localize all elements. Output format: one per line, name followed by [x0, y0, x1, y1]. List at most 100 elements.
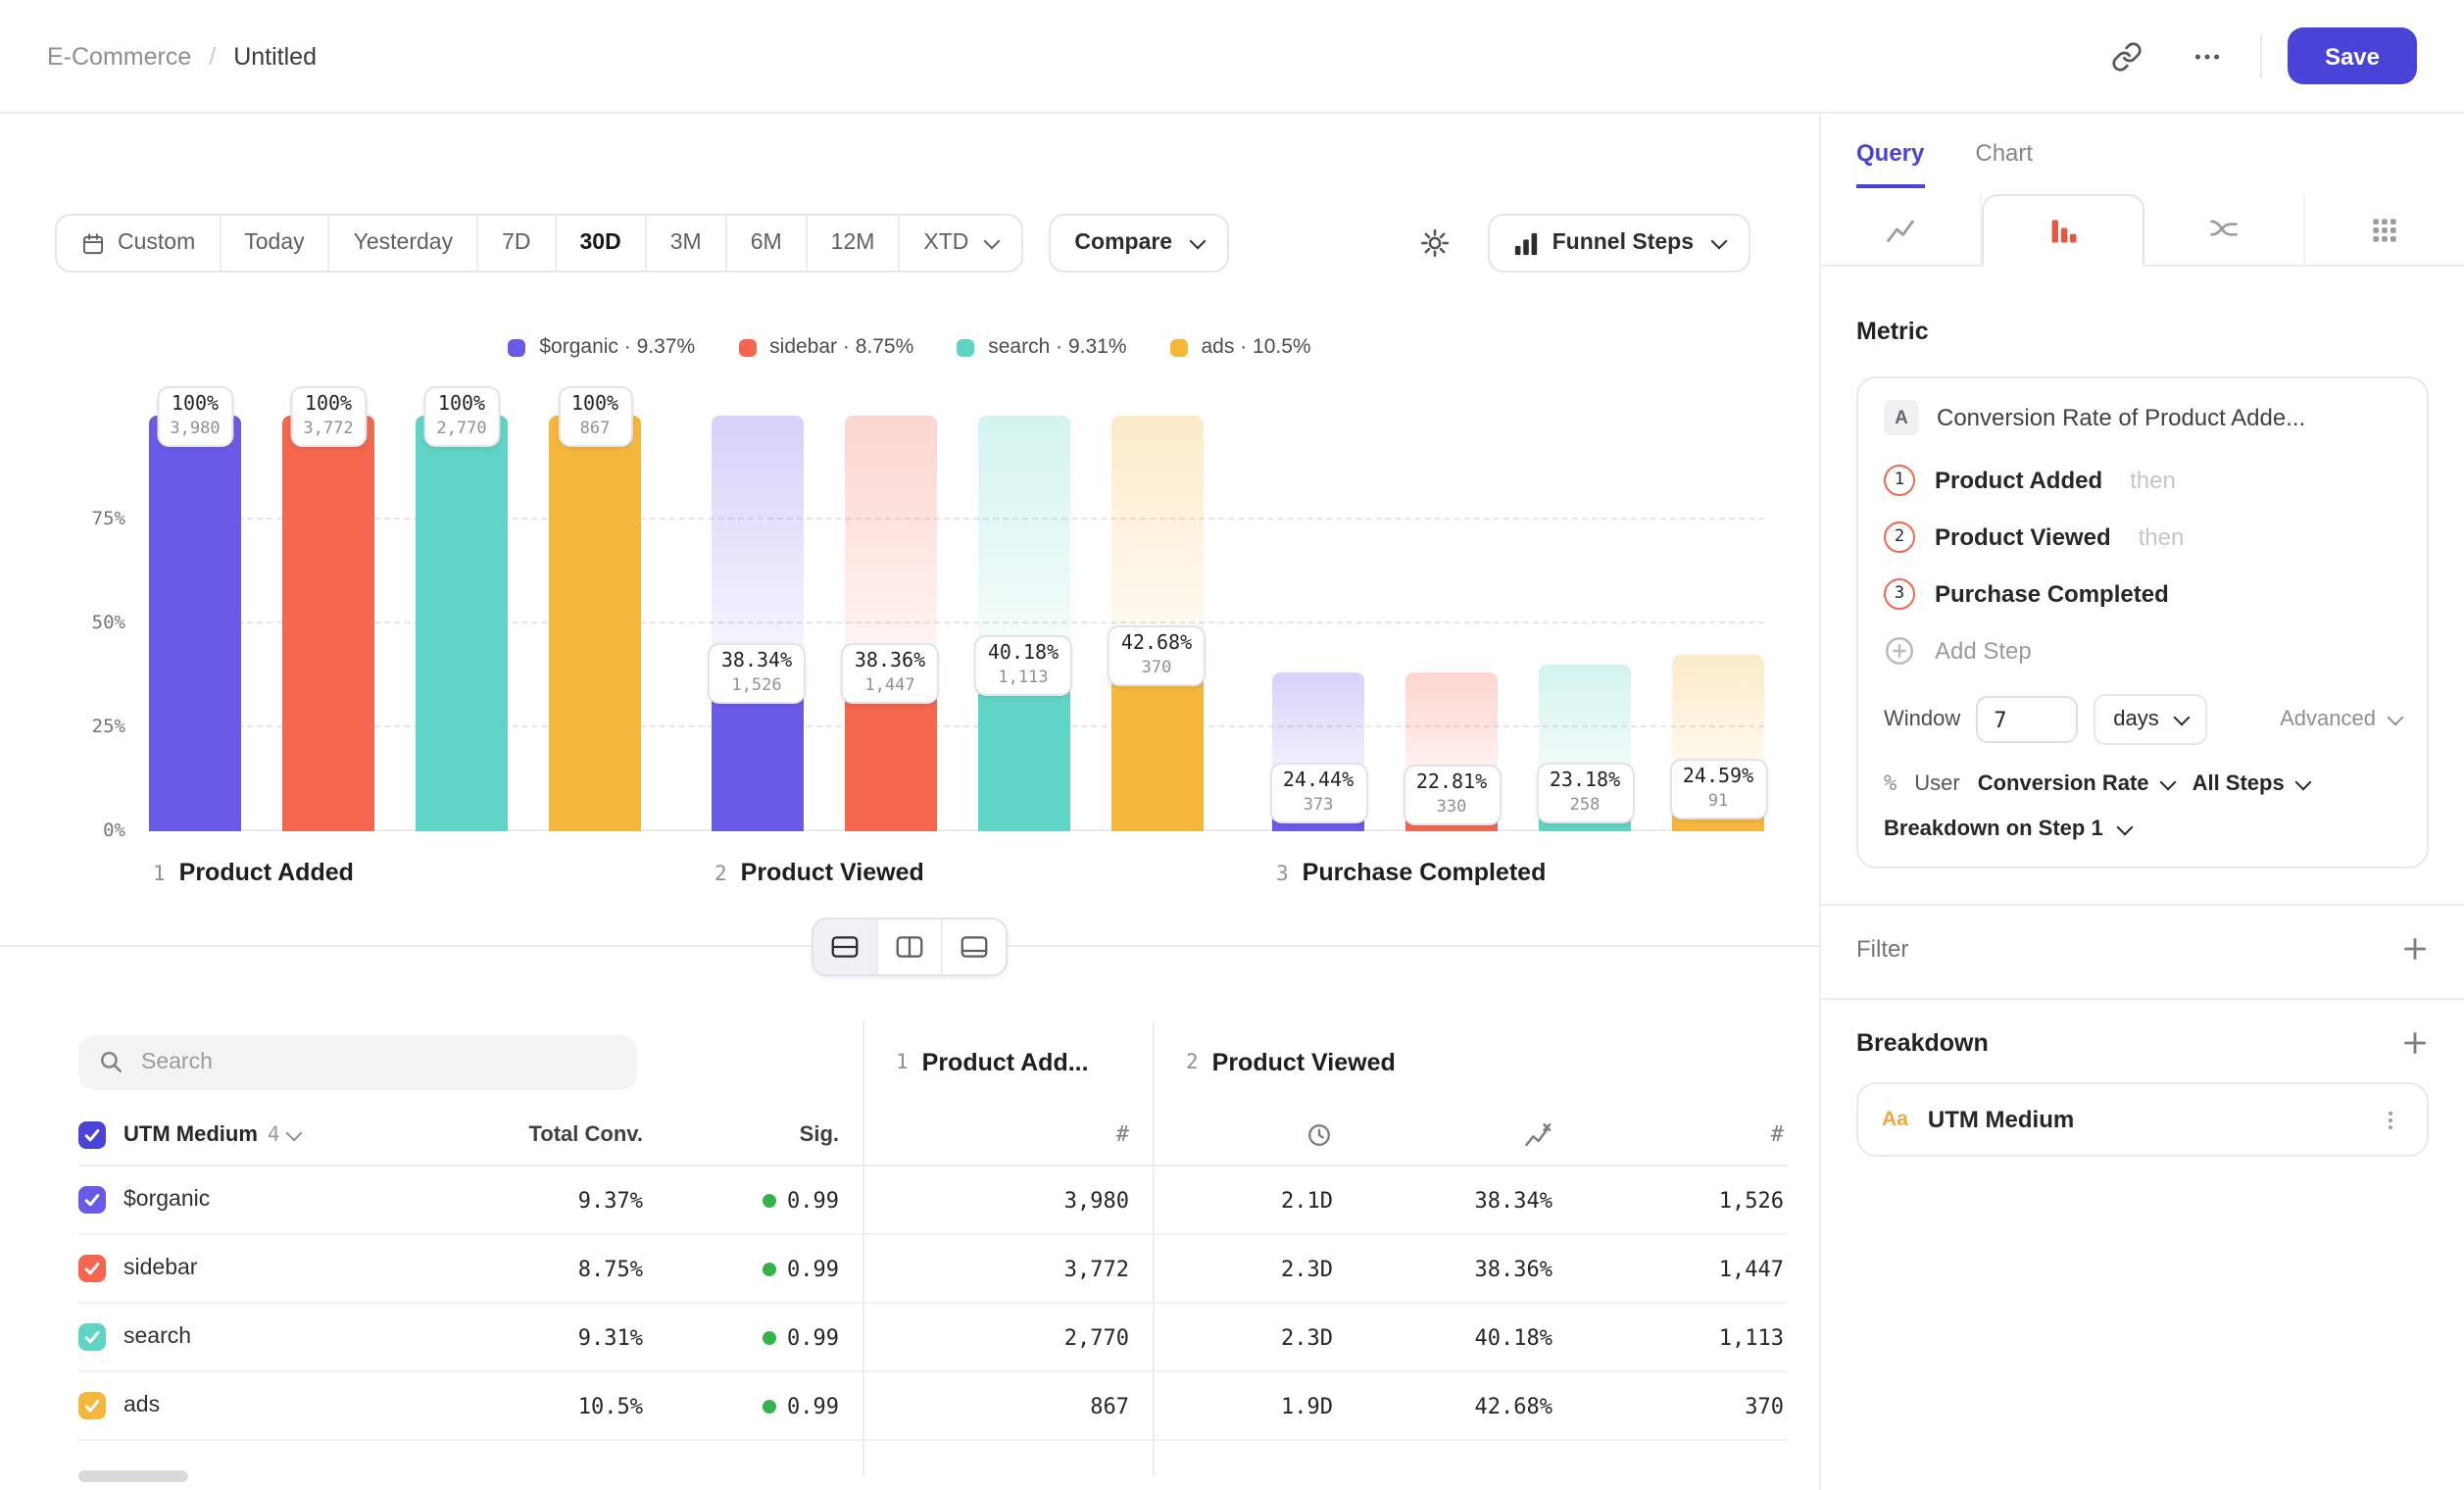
step-name: Product Viewed	[741, 859, 924, 886]
window-value-input[interactable]	[1976, 696, 2078, 743]
layout-bottom-panel-icon[interactable]	[943, 919, 1006, 974]
metric-step-2[interactable]: 2Product Viewedthen	[1884, 508, 2401, 565]
add-breakdown-icon[interactable]	[2401, 1029, 2429, 1057]
date-range-today[interactable]: Today	[221, 216, 329, 271]
metric-step-label: Product Added	[1935, 466, 2102, 493]
row-checkbox[interactable]	[78, 1323, 106, 1351]
legend-item[interactable]: $organic · 9.37%	[508, 335, 695, 359]
bar-value-label: 100%3,980	[156, 386, 233, 447]
funnel-bar-ads[interactable]: 100%867	[549, 416, 641, 831]
date-range-3m[interactable]: 3M	[647, 216, 727, 271]
compare-button[interactable]: Compare	[1049, 214, 1229, 273]
funnel-bar-sidebar[interactable]: 22.81%330	[1405, 416, 1498, 831]
group-header-product-viewed: 2 Product Viewed	[1153, 1021, 1788, 1104]
legend-item[interactable]: ads · 10.5%	[1170, 335, 1311, 359]
funnel-bar-search[interactable]: 100%2,770	[416, 416, 508, 831]
row-checkbox[interactable]	[78, 1392, 106, 1419]
funnel-bar-sidebar[interactable]: 100%3,772	[282, 416, 374, 831]
legend-item[interactable]: search · 9.31%	[957, 335, 1126, 359]
measure-metric-select[interactable]: Conversion Rate	[1978, 771, 2175, 795]
save-button[interactable]: Save	[2288, 27, 2417, 84]
funnel-bar-ads[interactable]: 24.59%91	[1672, 416, 1764, 831]
horizontal-scrollbar-thumb[interactable]	[78, 1470, 188, 1482]
row-name-cell[interactable]: search	[78, 1304, 470, 1372]
gear-icon[interactable]	[1407, 216, 1462, 271]
date-range-custom[interactable]: Custom	[57, 216, 221, 271]
metric-step-1[interactable]: 1Product Addedthen	[1884, 451, 2401, 508]
sig-value: 0.99	[787, 1324, 839, 1350]
share-link-icon[interactable]	[2099, 28, 2154, 83]
group-name: Product Add...	[922, 1049, 1089, 1076]
date-range-12m[interactable]: 12M	[808, 216, 901, 271]
y-axis-tick: 75%	[92, 509, 125, 530]
row-checkbox[interactable]	[78, 1186, 106, 1214]
bar-unconverted-area	[977, 416, 1069, 665]
layout-split-horizontal-icon[interactable]	[813, 919, 878, 974]
measure-scope-select[interactable]: All Steps	[2193, 771, 2310, 795]
group-name: Product Viewed	[1212, 1049, 1396, 1076]
layout-split-vertical-icon[interactable]	[878, 919, 943, 974]
funnel-bar-sidebar[interactable]: 38.36%1,447	[844, 416, 936, 831]
funnel-bar-search[interactable]: 23.18%258	[1539, 416, 1631, 831]
tab-chart[interactable]: Chart	[1975, 139, 2033, 188]
breakdown-section: Breakdown	[1856, 1029, 2429, 1057]
more-options-icon[interactable]	[2180, 28, 2235, 83]
date-range-7d[interactable]: 7D	[478, 216, 556, 271]
breadcrumb-parent[interactable]: E-Commerce	[47, 42, 191, 70]
row-checkbox[interactable]	[78, 1255, 106, 1282]
window-unit-select[interactable]: days	[2094, 694, 2208, 745]
line-chart-icon[interactable]	[1821, 194, 1982, 265]
add-filter-icon[interactable]	[2401, 935, 2429, 963]
filter-section: Filter	[1856, 935, 2429, 963]
date-range-label: 30D	[580, 231, 621, 255]
row-name-cell[interactable]: $organic	[78, 1167, 470, 1235]
row-total-conv: 9.37%	[470, 1167, 666, 1235]
selector-label[interactable]: UTM Medium	[123, 1122, 258, 1146]
step-axis-label: 3Purchase Completed	[1272, 859, 1764, 886]
flow-chart-icon[interactable]	[2144, 194, 2305, 265]
funnel-bar-organic[interactable]: 38.34%1,526	[711, 416, 803, 831]
advanced-toggle[interactable]: Advanced	[2280, 708, 2401, 731]
property-type-badge: Aa	[1882, 1108, 1908, 1131]
group-header-product-added: 1 Product Add...	[862, 1021, 1153, 1104]
funnel-bar-organic[interactable]: 24.44%373	[1272, 416, 1364, 831]
table-filler-cell	[862, 1441, 1153, 1476]
view-type-button[interactable]: Funnel Steps	[1488, 214, 1750, 273]
add-step-label: Add Step	[1935, 636, 2032, 664]
breadcrumb-current[interactable]: Untitled	[233, 42, 317, 70]
sig-value: 0.99	[787, 1393, 839, 1418]
row-pv-time: 2.3D	[1153, 1235, 1356, 1304]
column-header-selector: UTM Medium 4	[78, 1104, 470, 1167]
tab-query[interactable]: Query	[1856, 139, 1924, 188]
funnel-bar-organic[interactable]: 100%3,980	[149, 416, 241, 831]
bar-value-label: 24.59%91	[1669, 759, 1767, 820]
date-range-30d[interactable]: 30D	[557, 216, 647, 271]
breakdown-on-select[interactable]: Breakdown on Step 1	[1884, 818, 2401, 841]
row-name-cell[interactable]: sidebar	[78, 1235, 470, 1304]
row-total-conv: 8.75%	[470, 1235, 666, 1304]
bar-pct: 42.68%	[1121, 632, 1192, 654]
search-input[interactable]	[78, 1035, 637, 1090]
grid-chart-icon[interactable]	[2305, 194, 2464, 265]
date-range-xtd[interactable]: XTD	[900, 216, 1021, 271]
metric-title[interactable]: Conversion Rate of Product Adde...	[1937, 404, 2305, 431]
bar-count: 258	[1550, 797, 1620, 817]
bar-converted-area	[149, 416, 241, 831]
bar-value-label: 42.68%370	[1108, 624, 1206, 685]
breakdown-item[interactable]: Aa UTM Medium	[1856, 1082, 2429, 1157]
select-all-checkbox[interactable]	[78, 1120, 106, 1148]
row-name: search	[123, 1325, 191, 1349]
date-range-yesterday[interactable]: Yesterday	[330, 216, 478, 271]
legend-item[interactable]: sidebar · 8.75%	[738, 335, 913, 359]
add-step-button[interactable]: Add Step	[1884, 621, 2401, 678]
row-name-cell[interactable]: ads	[78, 1372, 470, 1441]
funnel-bar-search[interactable]: 40.18%1,113	[977, 416, 1069, 831]
metric-step-3[interactable]: 3Purchase Completed	[1884, 565, 2401, 621]
row-pv-count: 1,526	[1576, 1167, 1788, 1235]
date-range-6m[interactable]: 6M	[727, 216, 808, 271]
group-number: 1	[896, 1051, 909, 1074]
table-filler-cell	[1356, 1441, 1576, 1476]
funnel-chart-icon[interactable]	[1982, 194, 2144, 267]
funnel-bar-ads[interactable]: 42.68%370	[1110, 416, 1203, 831]
kebab-menu-icon[interactable]	[2378, 1107, 2403, 1132]
